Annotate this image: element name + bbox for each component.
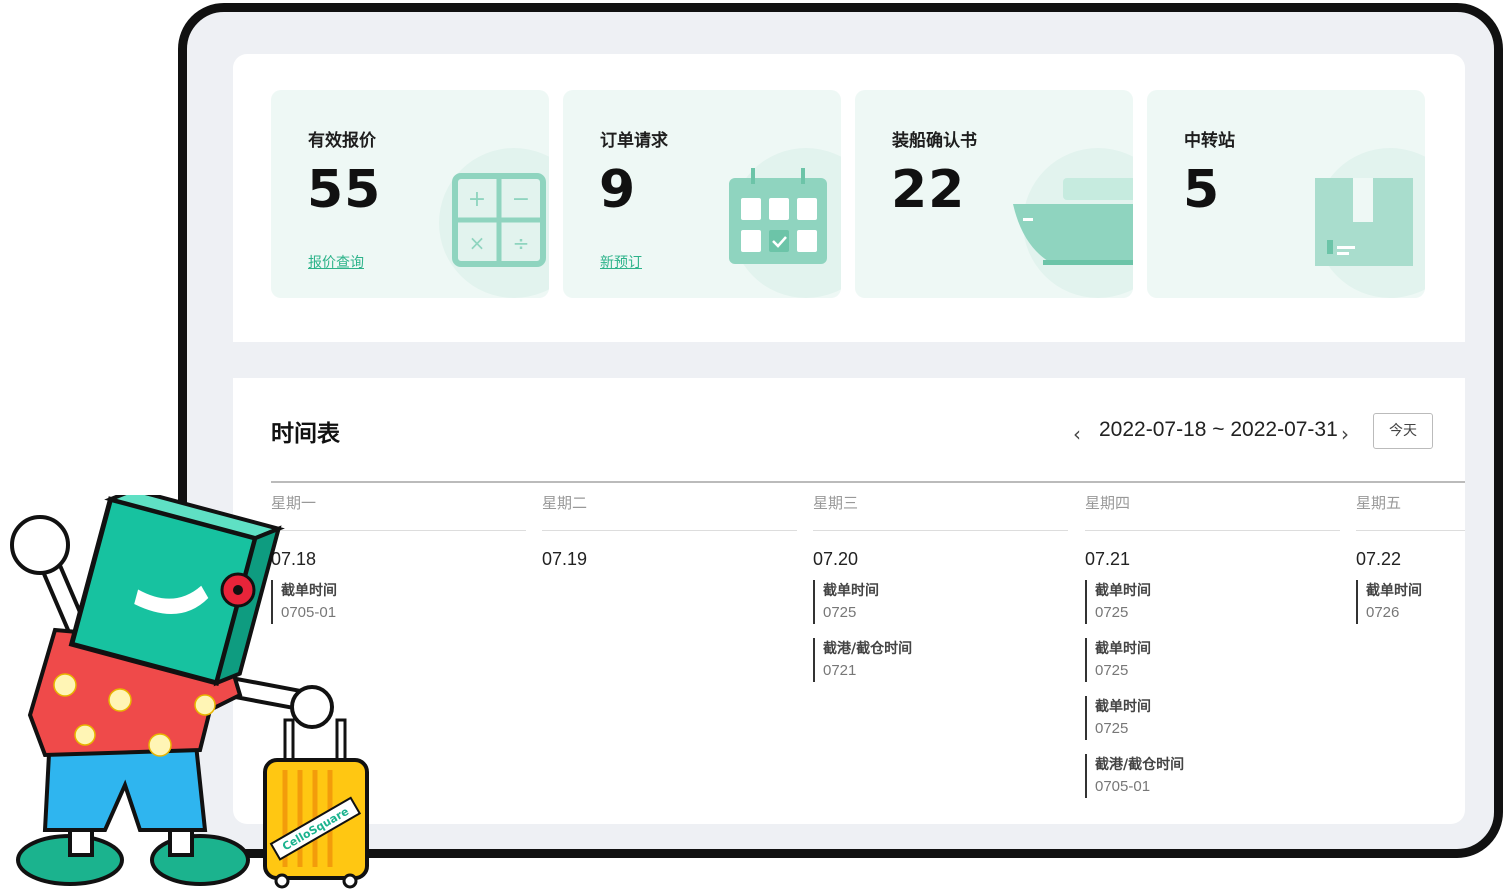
event-label: 截单时间 — [1366, 583, 1422, 599]
date-range: 2022-07-18 ~ 2022-07-31 — [1099, 418, 1338, 441]
day-date: 07.20 — [813, 549, 859, 569]
event-label: 截单时间 — [1095, 641, 1151, 657]
schedule-event[interactable]: 截单时间 0725 — [1085, 696, 1340, 740]
event-value: 0726 — [1366, 604, 1400, 621]
svg-text:÷: ÷ — [513, 231, 530, 255]
card-title: 有效报价 — [308, 131, 376, 151]
card-shipping-confirmation[interactable]: 装船确认书 22 — [855, 90, 1133, 298]
event-label: 截港/截仓时间 — [823, 641, 913, 657]
event-value: 0721 — [823, 662, 857, 679]
card-valid-quotes[interactable]: 有效报价 55 报价查询 + − × ÷ — [271, 90, 549, 298]
card-title: 订单请求 — [600, 131, 668, 151]
quote-search-link[interactable]: 报价查询 — [308, 252, 364, 272]
day-date: 07.19 — [542, 549, 588, 569]
calendar-icon — [729, 168, 827, 264]
schedule-event[interactable]: 截港/截仓时间 0721 — [813, 638, 1068, 682]
schedule-event[interactable]: 截单时间 0726 — [1356, 580, 1465, 624]
svg-text:+: + — [468, 187, 486, 212]
event-label: 截港/截仓时间 — [1095, 757, 1185, 773]
schedule-event[interactable]: 截单时间 0725 — [1085, 580, 1340, 624]
next-week-button[interactable]: › — [1341, 422, 1349, 446]
day-column-thursday: 星期四 07.21 截单时间 0725 截单时间 0725 截单时间 0725 … — [1085, 488, 1340, 798]
schedule-event[interactable]: 截港/截仓时间 0705-01 — [1085, 754, 1340, 798]
day-name: 星期四 — [1085, 488, 1340, 531]
day-name: 星期五 — [1356, 488, 1465, 531]
card-title: 中转站 — [1184, 131, 1235, 151]
schedule-divider — [271, 481, 1465, 483]
box-icon — [1315, 178, 1413, 266]
card-value: 5 — [1183, 160, 1221, 220]
event-value: 0705-01 — [1095, 778, 1151, 795]
schedule-event[interactable]: 截单时间 0725 — [813, 580, 1068, 624]
card-order-requests[interactable]: 订单请求 9 新预订 — [563, 90, 841, 298]
day-date: 07.22 — [1356, 549, 1402, 569]
card-title: 装船确认书 — [892, 131, 977, 151]
day-column-wednesday: 星期三 07.20 截单时间 0725 截港/截仓时间 0721 — [813, 488, 1068, 682]
schedule-title: 时间表 — [271, 421, 340, 447]
schedule-panel: 时间表 ‹ 2022-07-18 ~ 2022-07-31 › 今天 星期一 0… — [233, 378, 1465, 824]
event-value: 0725 — [1095, 662, 1129, 679]
day-name: 星期三 — [813, 488, 1068, 531]
calculator-icon: + − × ÷ — [452, 173, 546, 267]
event-label: 截单时间 — [823, 583, 879, 599]
event-value: 0725 — [1095, 604, 1129, 621]
card-value: 9 — [599, 160, 637, 220]
card-value: 22 — [891, 160, 966, 220]
new-booking-link[interactable]: 新预订 — [600, 252, 642, 272]
summary-panel: 有效报价 55 报价查询 + − × ÷ 订单请求 9 新预订 装船确认书 22… — [233, 54, 1465, 342]
day-name: 星期二 — [542, 488, 797, 531]
mascot-illustration: CelloSquare — [10, 495, 369, 889]
event-label: 截单时间 — [1095, 583, 1151, 599]
ship-icon — [1013, 178, 1133, 265]
event-label: 截单时间 — [1095, 699, 1151, 715]
event-value: 0725 — [823, 604, 857, 621]
svg-text:×: × — [469, 231, 486, 255]
today-button[interactable]: 今天 — [1373, 413, 1433, 449]
prev-week-button[interactable]: ‹ — [1073, 422, 1081, 446]
day-column-tuesday: 星期二 07.19 — [542, 488, 797, 570]
day-date: 07.21 — [1085, 549, 1131, 569]
event-value: 0725 — [1095, 720, 1129, 737]
svg-text:−: − — [512, 187, 530, 212]
schedule-event[interactable]: 截单时间 0725 — [1085, 638, 1340, 682]
card-value: 55 — [307, 160, 382, 220]
card-transit-station[interactable]: 中转站 5 — [1147, 90, 1425, 298]
day-column-friday: 星期五 07.22 截单时间 0726 — [1356, 488, 1465, 624]
